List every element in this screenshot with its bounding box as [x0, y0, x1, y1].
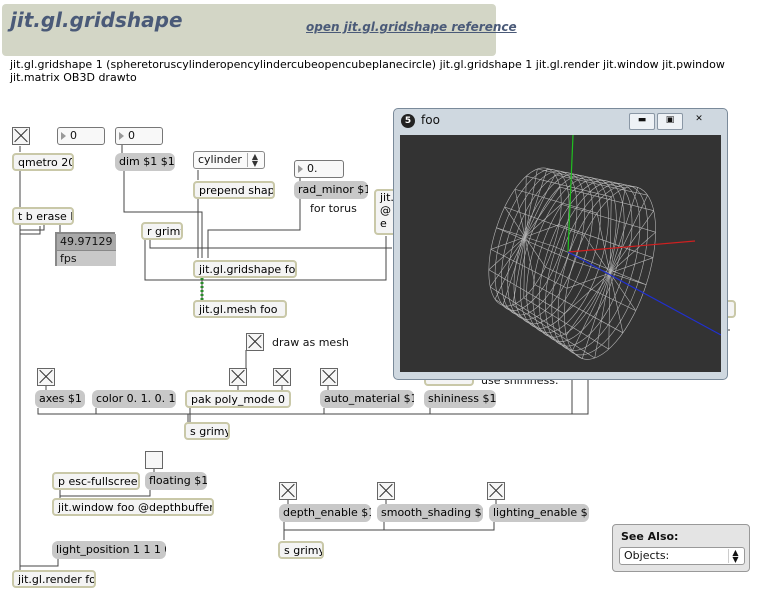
partial-object-line-3: e: [380, 217, 387, 230]
trigger-object[interactable]: t b erase b: [12, 207, 74, 225]
gridshape-object[interactable]: jit.gl.gridshape foo: [193, 260, 297, 278]
fps-label: fps: [57, 251, 116, 266]
pak-poly-mode-object[interactable]: pak poly_mode 0 0: [185, 390, 291, 408]
number-box-a[interactable]: 0: [57, 127, 105, 145]
up-down-arrows-icon: ▲ ▼: [728, 549, 742, 564]
partial-object-line-1: jit.: [380, 191, 394, 204]
auto-material-message[interactable]: auto_material $1: [320, 390, 414, 408]
fps-display: 49.97129 fps: [55, 232, 116, 266]
depth-enable-toggle[interactable]: [279, 482, 297, 500]
see-also-heading: See Also:: [621, 530, 679, 543]
light-position-message[interactable]: light_position 1 1 1 0: [52, 541, 166, 559]
rad-minor-message[interactable]: rad_minor $1: [294, 181, 368, 199]
render-object[interactable]: jit.gl.render foo: [12, 570, 96, 588]
axes-message[interactable]: axes $1: [35, 390, 85, 408]
poly-mode-front-toggle[interactable]: [229, 368, 247, 386]
shininess-message[interactable]: shininess $1: [424, 390, 496, 408]
z-axis: [567, 251, 721, 336]
prepend-shape-object[interactable]: prepend shape: [193, 181, 275, 199]
shape-menu[interactable]: cylinder ▲ ▼: [193, 151, 265, 169]
fps-value: 49.97129: [57, 234, 116, 251]
metro-toggle[interactable]: [12, 127, 30, 145]
minimize-button[interactable]: ▬: [629, 113, 655, 130]
rad-minor-number[interactable]: 0.: [294, 160, 344, 178]
lighting-enable-toggle[interactable]: [487, 482, 505, 500]
window-app-icon: 5: [401, 114, 415, 128]
see-also-select-value: Objects:: [624, 549, 670, 562]
page-title: jit.gl.gridshape: [10, 8, 183, 32]
partial-object-line-2: @: [380, 204, 391, 217]
receive-grimy-object[interactable]: r grimy: [141, 222, 183, 240]
auto-material-toggle[interactable]: [320, 368, 338, 386]
up-down-arrows-icon: ▲ ▼: [247, 153, 262, 168]
esc-fullscreen-object[interactable]: p esc-fullscreen: [52, 472, 140, 490]
number-box-b[interactable]: 0: [115, 127, 163, 145]
window-titlebar[interactable]: 5 foo ▬ ▣ ✕: [394, 109, 727, 133]
restore-button[interactable]: ▣: [657, 113, 683, 130]
smooth-shading-message[interactable]: smooth_shading $1: [377, 504, 483, 522]
mesh-object[interactable]: jit.gl.mesh foo: [193, 300, 287, 318]
y-axis: [567, 135, 574, 253]
smooth-shading-toggle[interactable]: [377, 482, 395, 500]
draw-as-mesh-label: draw as mesh: [272, 336, 349, 349]
render-window[interactable]: 5 foo ▬ ▣ ✕: [393, 108, 728, 380]
torus-comment: for torus: [310, 202, 357, 215]
dim-message[interactable]: dim $1 $1: [115, 153, 175, 171]
jit-window-object[interactable]: jit.window foo @depthbuffer 1: [52, 498, 214, 516]
depth-enable-message[interactable]: depth_enable $1: [279, 504, 371, 522]
render-viewport[interactable]: [400, 135, 721, 372]
qmetro-object[interactable]: qmetro 20: [12, 153, 74, 171]
reference-link[interactable]: open jit.gl.gridshape reference: [306, 20, 517, 34]
floating-toggle[interactable]: [145, 451, 163, 469]
cylinder-wireframe: [488, 135, 721, 360]
object-description: jit.gl.gridshape 1 (spheretoruscylindero…: [10, 58, 725, 84]
window-title: foo: [421, 113, 440, 127]
color-message[interactable]: color 0. 1. 0. 1.: [92, 390, 176, 408]
floating-message[interactable]: floating $1: [145, 472, 207, 490]
see-also-panel: See Also: Objects: ▲ ▼: [612, 524, 750, 572]
poly-mode-back-toggle[interactable]: [273, 368, 291, 386]
lighting-enable-message[interactable]: lighting_enable $1: [489, 504, 589, 522]
close-button[interactable]: ✕: [687, 113, 711, 128]
draw-as-mesh-toggle[interactable]: [246, 333, 264, 351]
see-also-select[interactable]: Objects: ▲ ▼: [619, 547, 745, 565]
axes-toggle[interactable]: [37, 368, 55, 386]
shape-menu-value: cylinder: [198, 153, 242, 166]
send-grimy-object-a[interactable]: s grimy: [184, 422, 230, 440]
send-grimy-object-b[interactable]: s grimy: [278, 541, 324, 559]
